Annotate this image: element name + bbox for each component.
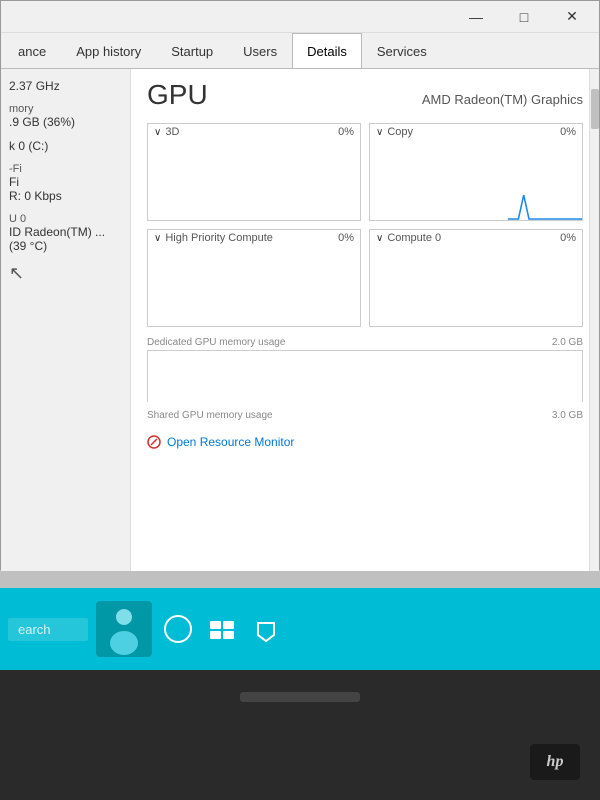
chevron-copy-icon: ∨ [376, 127, 383, 138]
tab-details[interactable]: Details [292, 33, 362, 68]
chart-copy-svg [370, 140, 582, 220]
dedicated-memory-label: Dedicated GPU memory usage [147, 337, 285, 348]
notification-button[interactable] [248, 611, 284, 647]
wifi-sub: Fi [9, 175, 122, 189]
shared-memory-max: 3.0 GB [552, 410, 583, 421]
tab-ance[interactable]: ance [3, 33, 61, 68]
chart-3d-percent: 0% [338, 126, 354, 138]
avatar-image [104, 601, 144, 657]
gpu-title: GPU [147, 79, 208, 111]
task-view-icon [208, 615, 236, 643]
sidebar-gpu: U 0 ID Radeon(TM) ... (39 °C) [9, 213, 122, 253]
chart-high-priority-label: High Priority Compute [165, 232, 273, 244]
chart-high-priority: ∨ High Priority Compute 0% [147, 229, 361, 327]
title-bar-controls: — □ ✕ [453, 4, 595, 30]
chart-high-priority-label-group: ∨ High Priority Compute [154, 232, 273, 244]
main-content: 2.37 GHz mory .9 GB (36%) k 0 (C:) -Fi F… [1, 69, 599, 571]
chevron-high-priority-icon: ∨ [154, 233, 161, 244]
taskbar-avatar [96, 601, 152, 657]
chart-compute0-header: ∨ Compute 0 0% [370, 230, 582, 246]
tab-bar: ance App history Startup Users Details S… [1, 33, 599, 69]
chart-compute0-label: Compute 0 [387, 232, 441, 244]
resource-monitor-link[interactable]: Open Resource Monitor [147, 429, 583, 455]
gpu-panel: GPU AMD Radeon(TM) Graphics ∨ 3D 0% [131, 69, 599, 571]
chart-copy-header: ∨ Copy 0% [370, 124, 582, 140]
notification-icon [252, 615, 280, 643]
chart-3d-svg [148, 140, 360, 220]
scrollbar[interactable] [589, 69, 599, 571]
chart-3d: ∨ 3D 0% [147, 123, 361, 221]
start-button[interactable] [160, 611, 196, 647]
cpu-value: 2.37 GHz [9, 79, 122, 93]
sidebar-memory: mory .9 GB (36%) [9, 103, 122, 129]
disk-label: k 0 (C:) [9, 139, 122, 153]
task-view-button[interactable] [204, 611, 240, 647]
chart-3d-area [148, 140, 360, 220]
wifi-label: -Fi [9, 163, 122, 175]
tab-app-history[interactable]: App history [61, 33, 156, 68]
chart-copy-label-group: ∨ Copy [376, 126, 413, 138]
chart-copy-label: Copy [387, 126, 413, 138]
resource-monitor-icon [147, 435, 161, 449]
title-bar: — □ ✕ [1, 1, 599, 33]
taskbar: earch [0, 588, 600, 670]
maximize-button[interactable]: □ [501, 4, 547, 30]
tab-users[interactable]: Users [228, 33, 292, 68]
shared-memory-section: Shared GPU memory usage 3.0 GB [147, 408, 583, 423]
wifi-speed: R: 0 Kbps [9, 189, 122, 203]
sidebar-cpu: 2.37 GHz [9, 79, 122, 93]
charts-grid: ∨ 3D 0% ∨ [147, 123, 583, 327]
tab-startup[interactable]: Startup [156, 33, 228, 68]
dedicated-memory-chart [147, 350, 583, 402]
task-manager-window: — □ ✕ ance App history Startup Users Det… [0, 0, 600, 570]
gpu-temp: (39 °C) [9, 239, 122, 253]
close-button[interactable]: ✕ [549, 4, 595, 30]
hp-logo: hp [530, 744, 580, 780]
chart-high-priority-area [148, 246, 360, 326]
dedicated-memory-max: 2.0 GB [552, 337, 583, 348]
chart-3d-header: ∨ 3D 0% [148, 124, 360, 140]
shared-memory-label-row: Shared GPU memory usage 3.0 GB [147, 408, 583, 423]
chart-compute0-percent: 0% [560, 232, 576, 244]
dedicated-memory-section: Dedicated GPU memory usage 2.0 GB [147, 335, 583, 402]
chart-compute0: ∨ Compute 0 0% [369, 229, 583, 327]
chart-high-priority-header: ∨ High Priority Compute 0% [148, 230, 360, 246]
chart-compute0-svg [370, 246, 582, 326]
gpu-subtitle: AMD Radeon(TM) Graphics [422, 92, 583, 107]
chart-copy: ∨ Copy 0% [369, 123, 583, 221]
chart-compute0-label-group: ∨ Compute 0 [376, 232, 441, 244]
taskbar-search[interactable]: earch [8, 618, 88, 641]
tab-services[interactable]: Services [362, 33, 442, 68]
gpu-label: U 0 [9, 213, 122, 225]
chevron-3d-icon: ∨ [154, 127, 161, 138]
start-circle-icon [164, 615, 192, 643]
gpu-name: ID Radeon(TM) ... [9, 225, 122, 239]
chart-copy-area [370, 140, 582, 220]
laptop-bezel: hp [0, 670, 600, 800]
sidebar-wifi: -Fi Fi R: 0 Kbps [9, 163, 122, 203]
sidebar: 2.37 GHz mory .9 GB (36%) k 0 (C:) -Fi F… [1, 69, 131, 571]
chart-copy-percent: 0% [560, 126, 576, 138]
scrollbar-thumb[interactable] [591, 89, 599, 129]
dedicated-chart-svg [148, 351, 582, 403]
memory-label: mory [9, 103, 122, 115]
chart-high-priority-percent: 0% [338, 232, 354, 244]
memory-value: .9 GB (36%) [9, 115, 122, 129]
chevron-compute0-icon: ∨ [376, 233, 383, 244]
chart-3d-label: 3D [165, 126, 179, 138]
resource-monitor-row: Open Resource Monitor [147, 429, 583, 455]
sidebar-disk: k 0 (C:) [9, 139, 122, 153]
gpu-header: GPU AMD Radeon(TM) Graphics [147, 79, 583, 111]
minimize-button[interactable]: — [453, 4, 499, 30]
trackpad[interactable] [240, 692, 360, 702]
chart-high-priority-svg [148, 246, 360, 326]
chart-3d-label-group: ∨ 3D [154, 126, 179, 138]
cursor-indicator: ↖ [9, 263, 122, 284]
chart-compute0-area [370, 246, 582, 326]
shared-memory-label: Shared GPU memory usage [147, 410, 273, 421]
dedicated-memory-label-row: Dedicated GPU memory usage 2.0 GB [147, 335, 583, 350]
